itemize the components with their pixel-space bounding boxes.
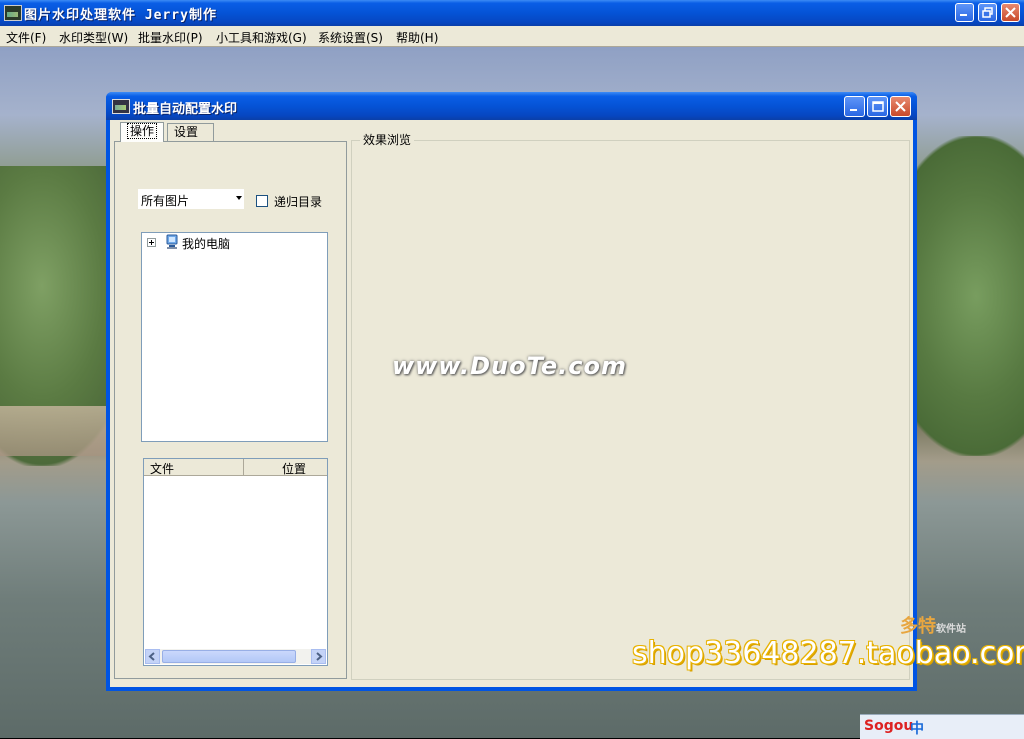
recursive-label[interactable]: 递归目录 xyxy=(274,193,322,210)
preview-watermark-text: www.DuoTe.com xyxy=(392,352,627,380)
scroll-right-button[interactable] xyxy=(311,649,326,664)
menu-help[interactable]: 帮助(H) xyxy=(396,29,438,46)
brand-watermark: 多特软件站 xyxy=(900,612,966,638)
restore-button[interactable] xyxy=(978,3,997,22)
dialog-image-icon xyxy=(112,99,130,114)
scroll-thumb[interactable] xyxy=(162,650,296,663)
ime-mode-indicator[interactable]: 中 xyxy=(910,718,924,738)
column-file[interactable]: 文件 xyxy=(150,460,174,477)
minimize-icon xyxy=(850,109,857,111)
chevron-right-icon xyxy=(316,652,323,661)
dialog-title: 批量自动配置水印 xyxy=(133,102,238,117)
dialog-minimize-button[interactable] xyxy=(844,96,865,117)
preview-group-label: 效果浏览 xyxy=(360,131,415,148)
dialog-close-button[interactable] xyxy=(890,96,911,117)
menu-batch-watermark[interactable]: 批量水印(P) xyxy=(138,29,203,46)
tree-node-my-computer[interactable]: 我的电脑 xyxy=(182,235,230,252)
computer-icon xyxy=(166,234,178,249)
column-location[interactable]: 位置 xyxy=(282,460,306,477)
restore-icon xyxy=(982,7,993,18)
ime-logo[interactable]: Sogou xyxy=(864,718,913,734)
brand-name: 多特 xyxy=(900,616,936,637)
main-window-title: 图片水印处理软件 Jerry制作 xyxy=(24,8,217,23)
close-button[interactable] xyxy=(1001,3,1020,22)
dialog-titlebar[interactable]: 批量自动配置水印 xyxy=(106,92,917,120)
preview-group xyxy=(351,140,910,680)
batch-config-dialog: 批量自动配置水印 操作 设置 所有图片 递归目录 我的电脑 文件 位置 效果浏览… xyxy=(106,92,917,691)
background-shore xyxy=(0,406,110,456)
dialog-maximize-button[interactable] xyxy=(867,96,888,117)
menu-tools-games[interactable]: 小工具和游戏(G) xyxy=(216,29,307,46)
folder-tree[interactable]: 我的电脑 xyxy=(141,232,328,442)
main-titlebar[interactable]: 图片水印处理软件 Jerry制作 xyxy=(0,0,1024,26)
brand-sub: 软件站 xyxy=(936,624,966,635)
app-image-icon xyxy=(4,5,22,21)
minimize-button[interactable] xyxy=(955,3,974,22)
menu-watermark-type[interactable]: 水印类型(W) xyxy=(59,29,128,46)
menu-file[interactable]: 文件(F) xyxy=(6,29,46,46)
scroll-left-button[interactable] xyxy=(145,649,160,664)
file-type-value: 所有图片 xyxy=(141,194,190,208)
tab-operation[interactable]: 操作 xyxy=(120,122,165,142)
horizontal-scrollbar[interactable] xyxy=(145,649,326,664)
dialog-body: 操作 设置 所有图片 递归目录 我的电脑 文件 位置 效果浏览 www.DuoT… xyxy=(110,120,913,687)
tab-operation-label: 操作 xyxy=(127,123,158,139)
file-type-select[interactable]: 所有图片 xyxy=(137,188,245,210)
tab-settings-label: 设置 xyxy=(174,125,199,139)
column-separator[interactable] xyxy=(243,459,244,475)
tab-settings[interactable]: 设置 xyxy=(167,123,214,141)
chevron-left-icon xyxy=(148,652,155,661)
file-list[interactable]: 文件 位置 xyxy=(143,458,328,666)
menu-bar: 文件(F) 水印类型(W) 批量水印(P) 小工具和游戏(G) 系统设置(S) … xyxy=(0,26,1024,47)
close-icon xyxy=(895,101,906,112)
menu-system-settings[interactable]: 系统设置(S) xyxy=(318,29,383,46)
operation-panel: 所有图片 递归目录 我的电脑 文件 位置 xyxy=(114,141,347,679)
minimize-icon xyxy=(960,14,967,16)
file-list-header: 文件 位置 xyxy=(144,459,327,476)
shop-url-overlay: shop33648287.taobao.com xyxy=(632,636,1024,671)
maximize-icon xyxy=(872,101,884,112)
close-icon xyxy=(1005,7,1016,18)
expand-plus-icon[interactable] xyxy=(147,238,156,247)
dropdown-arrow-icon[interactable] xyxy=(236,196,242,200)
ime-toolbar[interactable]: Sogou 中 xyxy=(860,714,1024,739)
recursive-checkbox[interactable] xyxy=(256,195,268,207)
